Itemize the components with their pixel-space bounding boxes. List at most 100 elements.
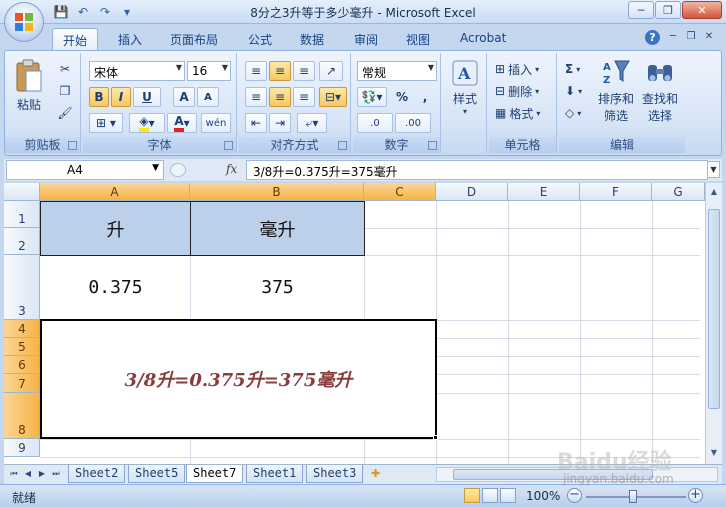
wrap-text-icon[interactable]: ⤶▾ <box>297 113 327 133</box>
increase-decimal-button[interactable]: .0 <box>357 113 393 133</box>
page-layout-view-icon[interactable] <box>482 488 498 503</box>
sheet-tab-sheet2[interactable]: Sheet2 <box>68 465 126 483</box>
normal-view-icon[interactable] <box>464 488 480 503</box>
insert-sheet-icon[interactable]: ✚ <box>371 467 387 481</box>
shrink-font-button[interactable]: A <box>197 87 219 107</box>
bold-button[interactable]: B <box>89 87 109 107</box>
orientation-icon[interactable]: ↗ <box>319 61 343 81</box>
align-bottom-icon[interactable]: ≡ <box>293 61 315 81</box>
tab-page-layout[interactable]: 页面布局 <box>160 28 228 51</box>
tab-insert[interactable]: 插入 <box>108 28 152 51</box>
paste-button[interactable]: 粘贴 <box>11 59 47 113</box>
prev-sheet-icon[interactable]: ◀ <box>22 468 34 480</box>
row-header-6[interactable]: 6 <box>4 356 40 374</box>
last-sheet-icon[interactable]: ⏭ <box>50 468 62 480</box>
align-left-icon[interactable]: ≡ <box>245 87 267 107</box>
cell-a3-value[interactable]: 0.375 <box>41 256 190 319</box>
insert-cells-button[interactable]: ⊞ 插入 ▾ <box>495 59 539 79</box>
column-header-a[interactable]: A <box>40 183 190 201</box>
italic-button[interactable]: I <box>111 87 131 107</box>
zoom-level[interactable]: 100% <box>526 489 560 503</box>
select-all-corner[interactable] <box>4 183 40 201</box>
decrease-decimal-button[interactable]: .00 <box>395 113 431 133</box>
row-header-2[interactable]: 2 <box>4 228 40 255</box>
currency-format-icon[interactable]: 💱▾ <box>357 87 387 107</box>
column-header-g[interactable]: G <box>652 183 705 201</box>
grow-font-button[interactable]: A <box>173 87 195 107</box>
comma-style-button[interactable]: , <box>415 87 435 107</box>
scroll-up-icon[interactable]: ▲ <box>708 187 720 199</box>
scroll-down-icon[interactable]: ▼ <box>708 448 720 460</box>
copy-icon[interactable]: ❐ <box>55 81 75 101</box>
number-launcher-icon[interactable] <box>428 141 437 150</box>
font-launcher-icon[interactable] <box>224 141 233 150</box>
underline-button[interactable]: U <box>133 87 161 107</box>
column-header-b[interactable]: B <box>190 183 364 201</box>
vertical-scrollbar[interactable]: ▲ ▼ <box>705 183 722 464</box>
tab-formulas[interactable]: 公式 <box>238 28 282 51</box>
format-cells-button[interactable]: ▦ 格式 ▾ <box>495 103 540 123</box>
align-right-icon[interactable]: ≡ <box>293 87 315 107</box>
row-header-9[interactable]: 9 <box>4 439 40 457</box>
align-center-icon[interactable]: ≡ <box>269 87 291 107</box>
align-middle-icon[interactable]: ≡ <box>269 61 291 81</box>
borders-button[interactable]: ⊞ ▾ <box>89 113 123 133</box>
row-header-5[interactable]: 5 <box>4 338 40 356</box>
cut-icon[interactable]: ✂ <box>55 59 75 79</box>
close-button[interactable]: ✕ <box>682 1 722 19</box>
clipboard-launcher-icon[interactable] <box>68 141 77 150</box>
row-header-4[interactable]: 4 <box>4 320 40 338</box>
formula-bar-handle-icon[interactable] <box>170 163 186 177</box>
delete-cells-button[interactable]: ⊟ 删除 ▾ <box>495 81 539 101</box>
row-header-7[interactable]: 7 <box>4 374 40 393</box>
minimize-workbook-button[interactable]: ─ <box>666 31 680 44</box>
number-format-combo[interactable]: 常规 ▼ <box>357 61 437 81</box>
sheet-tab-sheet7[interactable]: Sheet7 <box>186 465 244 483</box>
font-color-button[interactable]: A ▾ <box>167 113 197 133</box>
tab-review[interactable]: 审阅 <box>344 28 388 51</box>
find-select-button[interactable]: 查找和 选择 <box>639 57 681 124</box>
zoom-in-button[interactable]: + <box>688 488 703 503</box>
help-icon[interactable]: ? <box>645 30 660 45</box>
font-name-combo[interactable]: 宋体 ▼ <box>89 61 185 81</box>
tab-view[interactable]: 视图 <box>396 28 440 51</box>
minimize-button[interactable]: ─ <box>628 1 654 19</box>
zoom-out-button[interactable]: − <box>567 488 582 503</box>
tab-acrobat[interactable]: Acrobat <box>450 28 516 51</box>
sort-filter-button[interactable]: A Z 排序和 筛选 <box>595 57 637 124</box>
cell-b1-header-milliliter[interactable]: 毫升 <box>190 201 365 256</box>
column-header-c[interactable]: C <box>364 183 436 201</box>
font-size-combo[interactable]: 16 ▼ <box>187 61 231 81</box>
row-header-3[interactable]: 3 <box>4 255 40 320</box>
column-header-f[interactable]: F <box>580 183 652 201</box>
first-sheet-icon[interactable]: ⏮ <box>8 468 20 480</box>
row-header-8[interactable]: 8 <box>4 393 40 439</box>
tab-home[interactable]: 开始 <box>52 28 99 51</box>
phonetic-button[interactable]: wén <box>201 113 231 133</box>
name-box[interactable]: A4 ▼ <box>6 160 164 180</box>
expand-formula-bar-icon[interactable]: ▼ <box>707 161 720 178</box>
cell-a4-merged-result[interactable]: 3/8升=0.375升=375毫升 <box>40 319 437 439</box>
fill-color-button[interactable]: ◈ ▾ <box>129 113 165 133</box>
align-top-icon[interactable]: ≡ <box>245 61 267 81</box>
sheet-tab-sheet3[interactable]: Sheet3 <box>306 465 364 483</box>
cell-b3-value[interactable]: 375 <box>191 256 364 319</box>
office-button[interactable] <box>4 2 44 42</box>
styles-button[interactable]: A 样式 ▾ <box>445 59 485 116</box>
cell-a1-header-liter[interactable]: 升 <box>40 201 191 256</box>
worksheet-grid[interactable]: A B C D E F G 1 2 3 4 5 6 7 8 9 升 毫升 0.3… <box>4 183 722 464</box>
decrease-indent-icon[interactable]: ⇤ <box>245 113 267 133</box>
restore-button[interactable]: ❐ <box>655 1 681 19</box>
column-header-e[interactable]: E <box>508 183 580 201</box>
alignment-launcher-icon[interactable] <box>338 141 347 150</box>
autosum-button[interactable]: Σ ▾ <box>565 59 580 79</box>
close-workbook-button[interactable]: ✕ <box>702 31 716 44</box>
sheet-tab-sheet5[interactable]: Sheet5 <box>128 465 186 483</box>
increase-indent-icon[interactable]: ⇥ <box>269 113 291 133</box>
name-box-dropdown-icon[interactable]: ▼ <box>152 163 159 173</box>
page-break-view-icon[interactable] <box>500 488 516 503</box>
row-header-1[interactable]: 1 <box>4 201 40 228</box>
fill-handle[interactable] <box>433 435 438 440</box>
restore-workbook-button[interactable]: ❐ <box>684 31 698 44</box>
zoom-slider-thumb[interactable] <box>629 490 637 503</box>
